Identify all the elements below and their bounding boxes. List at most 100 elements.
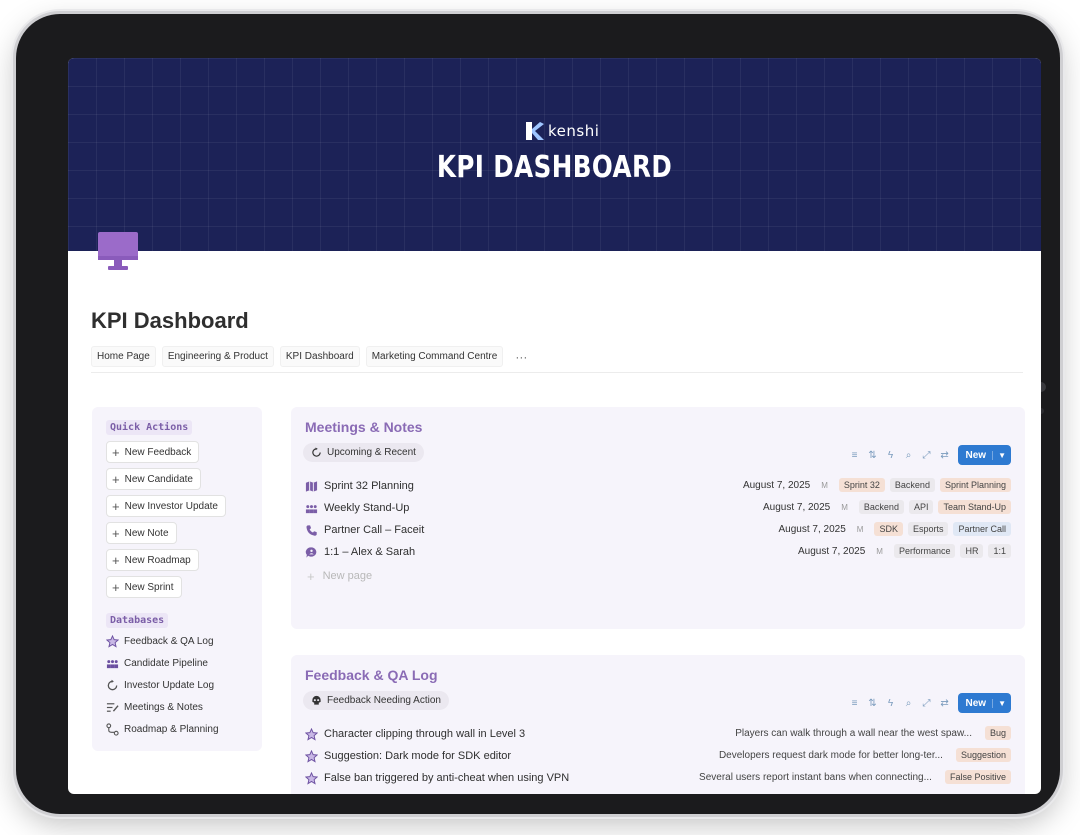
breadcrumb-home[interactable]: Home Page [91, 346, 156, 367]
new-investor-update-button[interactable]: + New Investor Update [106, 495, 226, 517]
tag: Partner Call [953, 522, 1011, 536]
new-page-label: New page [322, 570, 373, 582]
refresh-icon [107, 679, 118, 691]
star-icon [305, 749, 318, 763]
quick-actions-label: Quick Actions [106, 420, 193, 435]
row-title: Suggestion: Dark mode for SDK editor [324, 750, 512, 762]
settings-icon[interactable]: ⇄ [940, 698, 950, 709]
brand-name: kenshi [548, 122, 600, 140]
row-title: Character clipping through wall in Level… [324, 728, 526, 740]
star-icon [305, 771, 318, 785]
tag: API [908, 500, 934, 514]
settings-icon[interactable]: ⇄ [940, 450, 950, 461]
new-candidate-button[interactable]: + New Candidate [106, 468, 201, 490]
new-button[interactable]: New ▼ [957, 693, 1011, 713]
chevron-down-icon[interactable]: ▼ [992, 450, 1011, 460]
people-icon [305, 504, 318, 513]
table-row[interactable]: Partner Call – Faceit August 7, 2025 M S… [305, 519, 1011, 541]
table-row[interactable]: Sprint 32 Planning August 7, 2025 M Spri… [305, 475, 1011, 497]
view-tab-upcoming[interactable]: Upcoming & Recent [303, 443, 424, 462]
tag: Backend [858, 500, 904, 514]
automation-icon[interactable]: ϟ [886, 450, 896, 461]
search-icon[interactable]: ⌕ [904, 698, 914, 709]
sidebar: Quick Actions + New Feedback + New Candida… [92, 407, 262, 751]
new-feedback-button[interactable]: + New Feedback [106, 441, 200, 463]
database-link-investor[interactable]: Investor Update Log [106, 678, 248, 693]
expand-icon[interactable]: ⤢ [922, 450, 932, 461]
meetings-title[interactable]: Meetings & Notes [305, 419, 422, 435]
chevron-down-icon[interactable]: ▼ [992, 698, 1011, 708]
table-row[interactable]: False ban triggered by anti-cheat when u… [305, 767, 1011, 789]
filter-icon[interactable]: ≡ [850, 450, 860, 461]
tag: Sprint 32 [838, 478, 885, 492]
new-roadmap-button[interactable]: + New Roadmap [106, 549, 199, 571]
phone-icon [306, 524, 317, 536]
tag: Esports [907, 522, 949, 536]
tag: Sprint Planning [939, 478, 1011, 492]
tag: SDK [874, 522, 903, 536]
view-tab-needing-action[interactable]: Feedback Needing Action [303, 691, 449, 710]
database-toolbar: ≡ ⇅ ϟ ⌕ ⤢ ⇄ New ▼ [850, 445, 1011, 465]
expand-icon[interactable]: ⤢ [922, 698, 932, 709]
sort-icon[interactable]: ⇅ [868, 450, 878, 461]
plus-icon: + [112, 471, 120, 487]
search-icon[interactable]: ⌕ [904, 450, 914, 461]
table-row[interactable]: 1:1 – Alex & Sarah August 7, 2025 M Perf… [305, 541, 1011, 563]
table-row[interactable]: Character clipping through wall in Level… [305, 723, 1011, 745]
plus-icon: + [307, 568, 315, 584]
database-link-feedback[interactable]: Feedback & QA Log [106, 634, 248, 649]
plus-icon: + [112, 552, 120, 568]
new-label: New [965, 449, 987, 461]
screen: kenshi KPI DASHBOARD KPI Dashboard Home … [68, 58, 1041, 794]
view-label: Feedback Needing Action [327, 695, 441, 706]
divider [91, 372, 1023, 373]
plus-icon: + [112, 498, 120, 514]
breadcrumb-marketing[interactable]: Marketing Command Centre [365, 346, 504, 367]
map-icon [305, 480, 318, 492]
breadcrumb-engineering[interactable]: Engineering & Product [161, 346, 274, 367]
row-meta: M [856, 524, 864, 534]
kenshi-logo-icon [526, 122, 544, 140]
banner-title: KPI DASHBOARD [436, 150, 673, 185]
table-row[interactable]: Suggestion: Dark mode for SDK editor Dev… [305, 745, 1011, 767]
tablet-frame: kenshi KPI DASHBOARD KPI Dashboard Home … [16, 14, 1060, 814]
monitor-icon[interactable] [96, 230, 140, 272]
tag: Performance [893, 544, 956, 558]
row-title: Weekly Stand-Up [324, 502, 410, 514]
row-description: Players can walk through a wall near the… [735, 727, 972, 739]
breadcrumb: Home Page Engineering & Product KPI Dash… [91, 346, 533, 367]
database-link-candidates[interactable]: Candidate Pipeline [106, 656, 248, 671]
row-date: August 7, 2025 [762, 501, 831, 513]
row-date: August 7, 2025 [742, 479, 811, 491]
plus-icon: + [112, 525, 120, 541]
row-title: False ban triggered by anti-cheat when u… [324, 772, 570, 784]
row-date: August 7, 2025 [798, 545, 866, 557]
row-description: Developers request dark mode for better … [718, 749, 943, 761]
database-link-meetings[interactable]: Meetings & Notes [106, 700, 248, 715]
chat-icon [305, 546, 317, 558]
feedback-qa-panel: Feedback & QA Log Feedback Needing Actio… [291, 655, 1025, 794]
button-label: New Sprint [124, 581, 174, 593]
view-label: Upcoming & Recent [327, 447, 416, 458]
database-link-roadmap[interactable]: Roadmap & Planning [106, 722, 248, 737]
feedback-title[interactable]: Feedback & QA Log [305, 667, 438, 683]
table-row[interactable]: Weekly Stand-Up August 7, 2025 M Backend… [305, 497, 1011, 519]
tag: Suggestion [955, 748, 1011, 762]
more-icon[interactable]: ··· [509, 350, 533, 364]
automation-icon[interactable]: ϟ [886, 698, 896, 709]
meetings-notes-panel: Meetings & Notes Upcoming & Recent ≡ ⇅ ϟ… [291, 407, 1025, 629]
new-button[interactable]: New ▼ [957, 445, 1011, 465]
star-icon [106, 635, 119, 648]
button-label: New Investor Update [124, 500, 218, 512]
plus-icon: + [112, 579, 120, 595]
sort-icon[interactable]: ⇅ [868, 698, 878, 709]
new-sprint-button[interactable]: + New Sprint [106, 576, 182, 598]
database-label: Meetings & Notes [124, 702, 203, 713]
row-meta: M [821, 480, 828, 490]
database-toolbar: ≡ ⇅ ϟ ⌕ ⤢ ⇄ New ▼ [850, 693, 1011, 713]
breadcrumb-kpi[interactable]: KPI Dashboard [279, 346, 360, 367]
new-note-button[interactable]: + New Note [106, 522, 177, 544]
button-label: New Roadmap [124, 554, 191, 566]
filter-icon[interactable]: ≡ [850, 698, 860, 709]
new-page-button[interactable]: + New page [305, 565, 1011, 587]
